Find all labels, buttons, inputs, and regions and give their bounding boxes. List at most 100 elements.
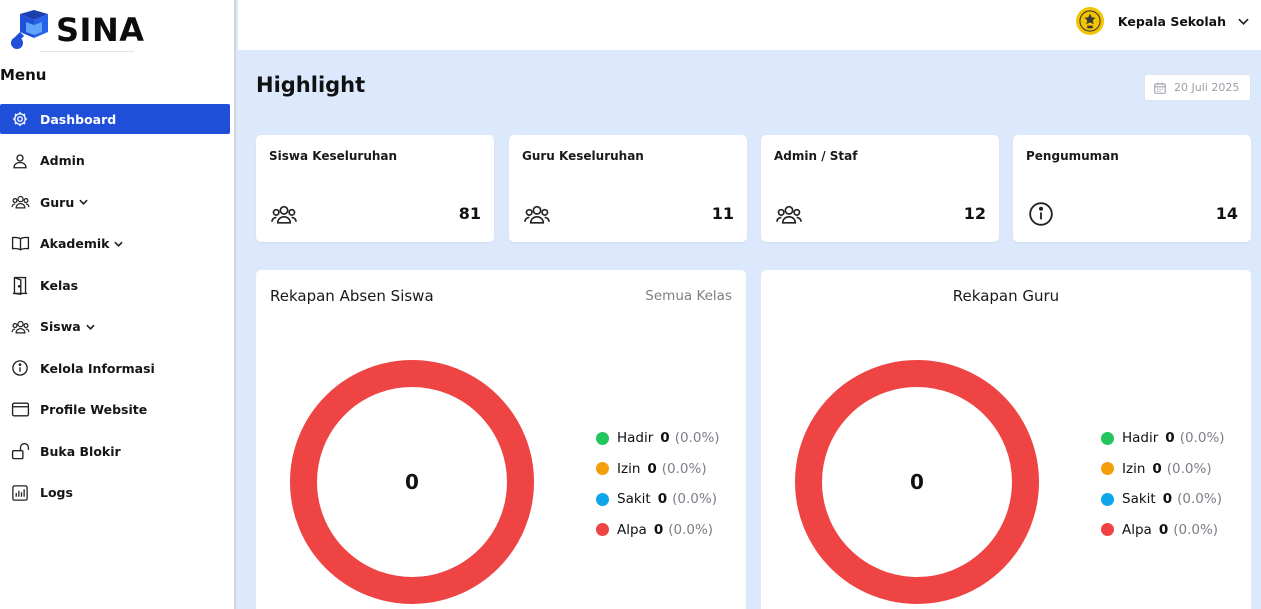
sidebar-item-siswa[interactable]: Siswa (0, 312, 230, 342)
legend-label: Hadir (617, 430, 654, 446)
sidebar-item-label: Siswa (40, 319, 81, 334)
info-icon (1026, 201, 1056, 227)
stat-value: 11 (711, 204, 734, 223)
door-icon (10, 275, 30, 295)
browser-window-icon (10, 400, 30, 420)
stat-value: 14 (1215, 204, 1238, 223)
legend-label: Izin (617, 460, 641, 477)
sidebar-item-akademik[interactable]: Akademik (0, 229, 230, 259)
sidebar-item-buka-blokir[interactable]: Buka Blokir (0, 436, 230, 466)
group-icon (269, 201, 299, 227)
legend-item-sakit: Sakit 0 (0.0%) (596, 489, 720, 509)
sidebar-item-label: Buka Blokir (40, 443, 121, 459)
legend-label: Sakit (617, 491, 651, 507)
legend-label: Sakit (1122, 491, 1156, 507)
sidebar-item-guru[interactable]: Guru (0, 187, 230, 217)
user-role-label: Kepala Sekolah (1117, 13, 1226, 29)
group-icon (774, 201, 804, 227)
legend-percent: (0.0%) (1166, 460, 1212, 477)
legend-count: 0 (1152, 460, 1162, 477)
sidebar-item-logs[interactable]: Logs (0, 478, 230, 508)
legend-count: 0 (647, 460, 657, 477)
sidebar-item-kelola-informasi[interactable]: Kelola Informasi (0, 353, 230, 383)
legend-item-sakit: Sakit 0 (0.0%) (1101, 489, 1225, 509)
legend-dot (1101, 462, 1114, 475)
sidebar-item-admin[interactable]: Admin (0, 146, 230, 176)
sidebar-nav: Dashboard Admin Guru Akademik Kelas Sisw… (0, 104, 230, 519)
legend-item-izin: Izin 0 (0.0%) (1101, 459, 1225, 479)
legend-label: Izin (1122, 460, 1146, 477)
info-icon (10, 358, 30, 378)
sidebar-item-label: Kelola Informasi (40, 360, 155, 376)
chevron-down-icon (79, 199, 88, 205)
rekap-guru-panel: Rekapan Guru 0 Hadir 0 (0.0%) Izin 0 (0.… (761, 270, 1251, 609)
legend-count: 0 (653, 521, 664, 538)
date-display[interactable]: 20 Juli 2025 (1144, 74, 1251, 101)
panel-title: Rekapan Absen Siswa (270, 287, 434, 305)
bar-chart-icon (10, 483, 30, 503)
user-menu[interactable]: Kepala Sekolah (1075, 6, 1249, 36)
stat-card-guru: Guru Keseluruhan 11 (509, 135, 747, 242)
legend-dot (596, 523, 609, 536)
sidebar-item-label: Profile Website (40, 402, 148, 417)
stat-card-admin-staf: Admin / Staf 12 (761, 135, 999, 242)
legend-count: 0 (657, 491, 668, 507)
legend-count: 0 (1162, 491, 1173, 507)
chart-legend: Hadir 0 (0.0%) Izin 0 (0.0%) Sakit 0 (0.… (596, 428, 720, 550)
user-icon (10, 151, 30, 171)
brand-logo[interactable]: SINA (8, 8, 145, 52)
group-icon (10, 192, 30, 212)
menu-title: Menu (0, 66, 47, 84)
legend-item-izin: Izin 0 (0.0%) (596, 459, 720, 479)
legend-percent: (0.0%) (1173, 521, 1219, 538)
logo-divider (40, 51, 134, 52)
legend-item-hadir: Hadir 0 (0.0%) (596, 428, 720, 448)
chart-legend: Hadir 0 (0.0%) Izin 0 (0.0%) Sakit 0 (0.… (1101, 428, 1225, 550)
stat-label: Guru Keseluruhan (522, 149, 644, 163)
legend-percent: (0.0%) (672, 491, 717, 507)
legend-percent: (0.0%) (668, 521, 714, 538)
stat-label: Admin / Staf (774, 149, 858, 163)
rekap-absen-siswa-panel: Rekapan Absen Siswa Semua Kelas 0 Hadir … (256, 270, 746, 609)
attendance-donut-chart: 0 (791, 356, 1041, 606)
logo-icon (8, 8, 54, 52)
legend-percent: (0.0%) (1179, 430, 1225, 446)
chevron-down-icon (1238, 18, 1249, 25)
page-title: Highlight (256, 73, 366, 97)
legend-count: 0 (1158, 521, 1169, 538)
stat-label: Siswa Keseluruhan (269, 149, 398, 163)
legend-percent: (0.0%) (661, 460, 707, 477)
sidebar-item-dashboard[interactable]: Dashboard (0, 104, 230, 134)
legend-item-alpa: Alpa 0 (0.0%) (1101, 520, 1225, 540)
stat-card-siswa: Siswa Keseluruhan 81 (256, 135, 494, 242)
book-icon (10, 234, 30, 254)
avatar (1075, 7, 1104, 35)
panel-title: Rekapan Guru (952, 287, 1060, 305)
sidebar-item-label: Kelas (40, 277, 79, 293)
legend-count: 0 (660, 430, 670, 446)
class-filter-select[interactable]: Semua Kelas (645, 288, 732, 304)
sidebar-item-profile-website[interactable]: Profile Website (0, 395, 230, 425)
group-icon (522, 201, 552, 227)
legend-label: Alpa (617, 521, 647, 538)
sidebar: SINA Menu Dashboard Admin Guru Akademik … (0, 0, 236, 609)
group-icon (10, 317, 30, 337)
legend-dot (1101, 431, 1114, 445)
sidebar-item-kelas[interactable]: Kelas (0, 270, 230, 300)
date-text: 20 Juli 2025 (1174, 81, 1240, 94)
legend-dot (1101, 523, 1114, 536)
stat-value: 81 (458, 204, 481, 223)
stat-value: 12 (963, 204, 986, 223)
sidebar-item-label: Guru (40, 194, 75, 210)
stat-label: Pengumuman (1026, 149, 1119, 163)
legend-percent: (0.0%) (1177, 491, 1222, 507)
donut-total: 0 (405, 470, 419, 494)
legend-dot (596, 431, 609, 445)
legend-item-alpa: Alpa 0 (0.0%) (596, 520, 720, 540)
chevron-down-icon (86, 324, 95, 330)
legend-count: 0 (1165, 430, 1175, 446)
gear-icon (10, 109, 30, 129)
sidebar-item-label: Logs (40, 485, 73, 500)
donut-total: 0 (910, 470, 924, 494)
unlock-icon (10, 441, 30, 461)
